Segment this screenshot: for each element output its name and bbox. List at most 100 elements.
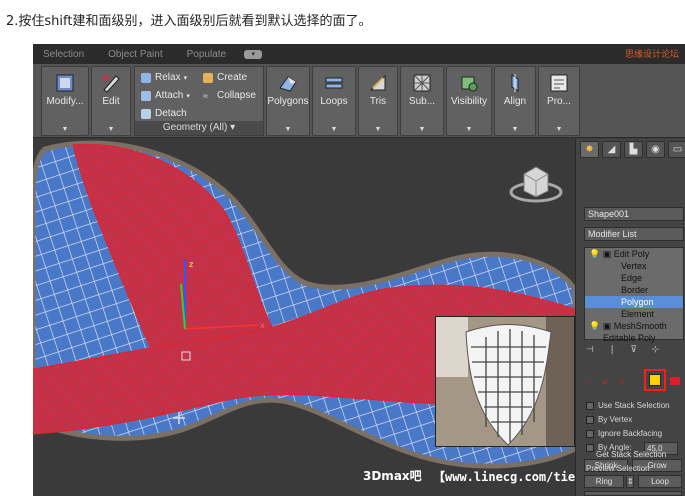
- properties-icon: [550, 74, 568, 92]
- chevron-down-icon: ▼: [374, 126, 382, 133]
- stack-item-edge[interactable]: Edge: [585, 272, 683, 284]
- watermark-text: 3Dmax吧: [363, 469, 422, 483]
- polygons-label: Polygons: [267, 96, 309, 107]
- tris-label: Tris: [369, 96, 387, 107]
- command-panel: ✸ ◢ ▙ ◉ ▭ Shape001 Modifier List 💡 ▣ Edi…: [575, 139, 685, 496]
- create-tab-icon[interactable]: ✸: [580, 141, 599, 158]
- chevron-down-icon: ▼: [465, 126, 473, 133]
- ring-spinner[interactable]: ⇕: [626, 475, 634, 488]
- ring-button[interactable]: Ring: [584, 475, 624, 488]
- polygons-button[interactable]: Polygons ▼: [266, 66, 310, 136]
- chevron-down-icon: ▼: [107, 126, 115, 133]
- stack-item-polygon[interactable]: Polygon: [585, 296, 683, 308]
- detach-label: Detach: [155, 108, 187, 119]
- by-vertex-checkbox[interactable]: By Vertex: [586, 415, 632, 424]
- edit-icon: [103, 75, 120, 93]
- stack-item-element[interactable]: Element: [585, 308, 683, 320]
- subdivision-label: Sub...: [408, 96, 436, 107]
- attach-icon: [141, 90, 151, 101]
- attach-button[interactable]: Attach ▾: [141, 90, 190, 101]
- reference-photo: [435, 316, 575, 447]
- viewcube[interactable]: [509, 166, 563, 203]
- geometry-group: Relax ▾ Attach ▾ Detach Create ≈ Collapse …: [134, 66, 264, 136]
- create-button[interactable]: Create: [203, 72, 247, 83]
- loops-button[interactable]: Loops ▼: [312, 66, 356, 136]
- edit-label: Edit: [102, 96, 120, 107]
- relax-label: Relax: [155, 72, 181, 83]
- visibility-button[interactable]: Visibility ▼: [446, 66, 492, 136]
- modify-tab-icon[interactable]: ◢: [602, 141, 621, 158]
- align-button[interactable]: Align ▼: [494, 66, 536, 136]
- chevron-down-icon: ▼: [61, 126, 69, 133]
- stack-item-meshsmooth[interactable]: 💡 ▣ MeshSmooth: [585, 320, 683, 332]
- loops-label: Loops: [320, 96, 348, 107]
- tutorial-caption: 2.按住shift建和面级别，进入面级别后就看到默认选择的面了。: [6, 14, 372, 29]
- tab-populate[interactable]: Populate: [187, 49, 226, 60]
- command-panel-tabs: ✸ ◢ ▙ ◉ ▭: [580, 141, 685, 158]
- collapse-button[interactable]: ≈ Collapse: [203, 90, 256, 101]
- tab-selection[interactable]: Selection: [43, 49, 84, 60]
- stack-controls-icons[interactable]: ⊣ ❘ ⊽ ⊹: [586, 344, 665, 355]
- element-mode-icon[interactable]: [670, 377, 680, 385]
- lamp-photo-image: [436, 317, 574, 446]
- relax-button[interactable]: Relax ▾: [141, 72, 187, 83]
- preview-selection-label: Preview Selection: [586, 464, 650, 473]
- create-icon: [203, 72, 213, 83]
- detach-icon: [141, 108, 151, 119]
- stack-item-editable-poly[interactable]: Editable Poly: [585, 332, 683, 344]
- modify-icon: [56, 74, 74, 92]
- collapse-label: Collapse: [217, 90, 256, 101]
- loops-icon: [325, 77, 343, 89]
- motion-tab-icon[interactable]: ◉: [646, 141, 665, 158]
- use-stack-selection-checkbox[interactable]: Use Stack Selection: [586, 401, 670, 410]
- svg-text:z: z: [189, 260, 193, 269]
- loop-button[interactable]: Loop: [638, 475, 682, 488]
- relax-icon: [141, 72, 151, 83]
- ribbon: Modify... ▼ Edit ▼ Relax ▾ Attach ▾ Detach: [33, 64, 685, 138]
- tris-button[interactable]: Tris ▼: [358, 66, 398, 136]
- modify-label: Modify...: [46, 96, 84, 107]
- align-label: Align: [503, 96, 527, 107]
- subdivision-button[interactable]: Sub... ▼: [400, 66, 444, 136]
- tab-object-paint[interactable]: Object Paint: [108, 49, 162, 60]
- perspective-viewport[interactable]: z x 3Dmax吧 【www.linecg.com/tie: [33, 139, 575, 496]
- visibility-label: Visibility: [451, 96, 487, 107]
- geometry-group-title[interactable]: Geometry (All) ▾: [135, 121, 263, 135]
- ribbon-options-dropdown[interactable]: [244, 49, 263, 59]
- subdivision-icon: [413, 74, 431, 92]
- properties-label: Pro...: [547, 96, 571, 107]
- tris-icon: [369, 74, 386, 91]
- properties-button[interactable]: Pro... ▼: [538, 66, 580, 136]
- create-label: Create: [217, 72, 248, 83]
- ribbon-tab-bar: Selection Object Paint Populate 思缘设计论坛: [33, 44, 685, 64]
- chevron-down-icon: ▼: [284, 126, 292, 133]
- svg-text:x: x: [260, 321, 265, 330]
- watermark-url: 【www.linecg.com/tieba/1771】: [433, 470, 575, 484]
- object-name-field[interactable]: Shape001: [584, 207, 684, 221]
- chevron-down-icon: ▼: [555, 126, 563, 133]
- stack-item-border[interactable]: Border: [585, 284, 683, 296]
- chevron-down-icon: ▼: [511, 126, 519, 133]
- attach-label: Attach: [155, 90, 184, 101]
- polygons-icon: [279, 76, 297, 92]
- edit-button[interactable]: Edit ▼: [91, 66, 131, 136]
- hierarchy-tab-icon[interactable]: ▙: [624, 141, 643, 158]
- get-stack-selection-label: Get Stack Selection: [596, 450, 667, 459]
- detach-button[interactable]: Detach: [141, 108, 187, 119]
- 3dsmax-window: Selection Object Paint Populate 思缘设计论坛 M…: [33, 44, 685, 496]
- ignore-backfacing-checkbox[interactable]: Ignore Backfacing: [586, 429, 662, 438]
- collapse-icon: ≈: [203, 90, 208, 101]
- stack-item-vertex[interactable]: Vertex: [585, 260, 683, 272]
- site-brand: 思缘设计论坛: [624, 49, 679, 59]
- visibility-icon: [461, 76, 478, 92]
- chevron-down-icon: ▼: [330, 126, 338, 133]
- display-tab-icon[interactable]: ▭: [668, 141, 685, 158]
- modify-button[interactable]: Modify... ▼: [41, 66, 89, 136]
- polygon-mode-icon[interactable]: [649, 374, 661, 386]
- modifier-list-dropdown[interactable]: Modifier List: [584, 227, 684, 241]
- chevron-down-icon: ▼: [418, 126, 426, 133]
- stack-item-edit-poly[interactable]: 💡 ▣ Edit Poly: [585, 248, 683, 260]
- get-stack-selection-button[interactable]: [584, 491, 682, 496]
- subobject-mode-icons[interactable]: ∴ ⊿ ◇: [586, 377, 628, 386]
- align-icon: [511, 74, 519, 92]
